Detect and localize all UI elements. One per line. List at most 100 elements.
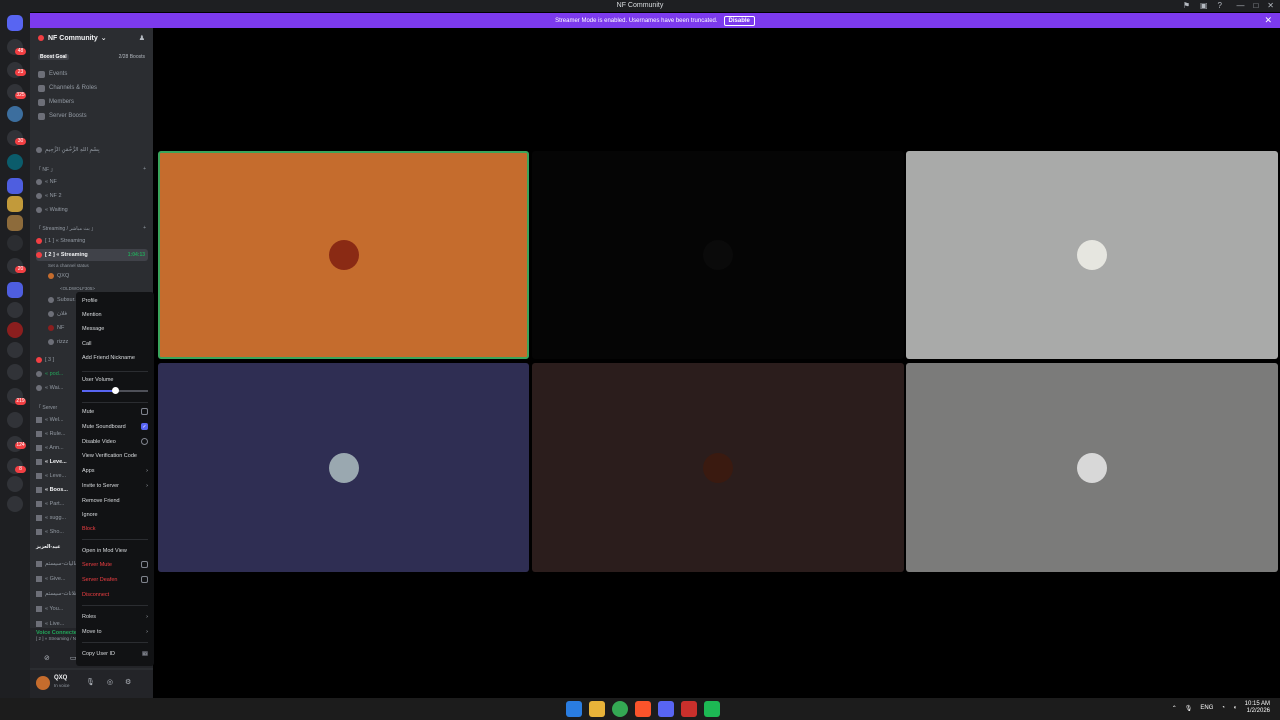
server-icon[interactable] bbox=[7, 196, 23, 212]
nav-channels-roles[interactable]: Channels & Roles bbox=[30, 81, 153, 95]
boost-goal[interactable]: Boost Goal 2/28 Boosts bbox=[36, 52, 147, 61]
menu-disable-video[interactable]: Disable Video bbox=[82, 438, 148, 445]
nav-events[interactable]: Events bbox=[30, 67, 153, 81]
menu-apps[interactable]: Apps › bbox=[82, 468, 148, 474]
menu-mute[interactable]: Mute bbox=[82, 408, 148, 415]
list-icon bbox=[38, 84, 45, 92]
server-icon[interactable] bbox=[7, 235, 23, 251]
channel-arabic[interactable]: بِسْمِ اللهِ الرَّحْمَنِ الرَّحِيمِ bbox=[36, 144, 148, 156]
minimize-button[interactable]: — bbox=[1236, 1, 1244, 10]
menu-call[interactable]: Call bbox=[82, 341, 148, 347]
add-server-icon[interactable] bbox=[7, 476, 23, 492]
volume-icon[interactable]: ◖ bbox=[1233, 705, 1237, 711]
server-icon[interactable] bbox=[7, 364, 23, 380]
add-channel-icon[interactable]: + bbox=[143, 225, 146, 231]
discover-icon[interactable] bbox=[7, 496, 23, 512]
chrome-icon[interactable] bbox=[612, 701, 628, 717]
discord-icon[interactable] bbox=[658, 701, 674, 717]
video-tile[interactable] bbox=[906, 363, 1278, 572]
server-mute-checkbox[interactable] bbox=[141, 561, 148, 568]
menu-mute-soundboard[interactable]: Mute Soundboard ✓ bbox=[82, 423, 148, 430]
menu-server-mute[interactable]: Server Mute bbox=[82, 561, 148, 568]
gear-icon[interactable]: ⚙ bbox=[125, 678, 131, 686]
menu-mention[interactable]: Mention bbox=[82, 312, 148, 318]
menu-verification[interactable]: View Verification Code bbox=[82, 453, 148, 459]
menu-disconnect[interactable]: Disconnect bbox=[82, 592, 148, 598]
video-grid bbox=[153, 28, 1280, 698]
video-tile[interactable] bbox=[158, 151, 529, 359]
category-nf[interactable]: 「 NF 」 + bbox=[36, 166, 148, 173]
disable-streamer-button[interactable]: Disable bbox=[723, 15, 755, 26]
mute-soundboard-checkbox[interactable]: ✓ bbox=[141, 423, 148, 430]
server-header[interactable]: NF Community ⌄ ♟ bbox=[30, 28, 153, 48]
server-icon[interactable] bbox=[7, 154, 23, 170]
server-icon[interactable] bbox=[7, 215, 23, 231]
language-indicator[interactable]: ENG bbox=[1200, 705, 1213, 711]
app-icon[interactable] bbox=[704, 701, 720, 717]
mute-checkbox[interactable] bbox=[141, 408, 148, 415]
server-icon[interactable] bbox=[7, 342, 23, 358]
server-deafen-checkbox[interactable] bbox=[141, 576, 148, 583]
server-icon[interactable] bbox=[7, 302, 23, 318]
microphone-icon[interactable]: 🎙 bbox=[86, 678, 95, 686]
banner-close-icon[interactable]: ✕ bbox=[1264, 15, 1272, 26]
menu-block[interactable]: Block bbox=[82, 526, 148, 532]
video-tile[interactable] bbox=[158, 363, 529, 572]
nav-server-boosts[interactable]: Server Boosts bbox=[30, 109, 153, 123]
menu-move-to[interactable]: Move to › bbox=[82, 629, 148, 635]
menu-invite[interactable]: Invite to Server › bbox=[82, 483, 148, 489]
chevron-up-icon[interactable]: ⌃ bbox=[1172, 705, 1177, 712]
help-icon[interactable]: ? bbox=[1218, 1, 1222, 10]
bell-icon[interactable]: ♟ bbox=[139, 34, 145, 42]
menu-profile[interactable]: Profile bbox=[82, 298, 148, 304]
inbox-icon[interactable]: ▣ bbox=[1200, 1, 1208, 10]
channel-nf[interactable]: « NF bbox=[36, 176, 148, 188]
avatar[interactable] bbox=[36, 676, 50, 690]
menu-ignore[interactable]: Ignore bbox=[82, 512, 148, 518]
channel-streaming-1[interactable]: [ 1 ] « Streaming bbox=[36, 235, 148, 247]
voice-user[interactable]: QXQ bbox=[48, 270, 153, 282]
server-icon[interactable] bbox=[7, 282, 23, 298]
user-volume-slider[interactable] bbox=[82, 387, 148, 394]
nav-members[interactable]: Members bbox=[30, 95, 153, 109]
mention-badge: 325 bbox=[15, 92, 26, 99]
menu-server-deafen[interactable]: Server Deafen bbox=[82, 576, 148, 583]
file-explorer-icon[interactable] bbox=[589, 701, 605, 717]
menu-copy-id[interactable]: Copy User ID ID bbox=[82, 651, 148, 657]
volume-knob[interactable] bbox=[112, 387, 119, 394]
channel-label: « pod... bbox=[45, 371, 64, 377]
wifi-icon[interactable]: ◔ bbox=[1221, 705, 1225, 711]
server-icon[interactable] bbox=[7, 178, 23, 194]
channel-waiting[interactable]: « Waiting bbox=[36, 204, 148, 216]
menu-message[interactable]: Message bbox=[82, 326, 148, 332]
server-icon[interactable] bbox=[7, 322, 23, 338]
category-streaming[interactable]: 「 Streaming / بث مباشر 」 + bbox=[36, 225, 148, 232]
hash-icon bbox=[36, 591, 42, 597]
video-tile[interactable] bbox=[532, 363, 904, 572]
app-icon[interactable] bbox=[681, 701, 697, 717]
disable-video-checkbox[interactable] bbox=[141, 438, 148, 445]
camera-off-icon[interactable]: ⊘ bbox=[44, 654, 50, 662]
menu-roles[interactable]: Roles › bbox=[82, 614, 148, 620]
channel-nf2[interactable]: « NF 2 bbox=[36, 190, 148, 202]
menu-mod-view[interactable]: Open in Mod View bbox=[82, 548, 148, 554]
headphones-icon[interactable]: ◎ bbox=[107, 678, 113, 686]
windows-start-icon[interactable] bbox=[566, 701, 582, 717]
add-channel-icon[interactable]: + bbox=[143, 166, 146, 172]
menu-remove-friend[interactable]: Remove Friend bbox=[82, 498, 148, 504]
maximize-button[interactable]: □ bbox=[1253, 1, 1258, 10]
microphone-icon[interactable]: 🎙 bbox=[1185, 705, 1193, 712]
discord-home-icon[interactable] bbox=[7, 15, 23, 31]
menu-add-nickname[interactable]: Add Friend Nickname bbox=[82, 355, 148, 361]
server-icon[interactable] bbox=[7, 412, 23, 428]
video-tile[interactable] bbox=[532, 151, 904, 359]
mention-badge: 124 bbox=[15, 442, 26, 449]
video-tile[interactable] bbox=[906, 151, 1278, 359]
clock[interactable]: 10:15 AM 1/2/2026 bbox=[1245, 701, 1270, 715]
server-icon[interactable] bbox=[7, 106, 23, 122]
close-button[interactable]: ✕ bbox=[1267, 1, 1274, 10]
brave-icon[interactable] bbox=[635, 701, 651, 717]
mention-badge: 48 bbox=[15, 48, 26, 55]
avatar bbox=[48, 325, 54, 331]
pin-icon[interactable]: ⚑ bbox=[1183, 1, 1190, 10]
